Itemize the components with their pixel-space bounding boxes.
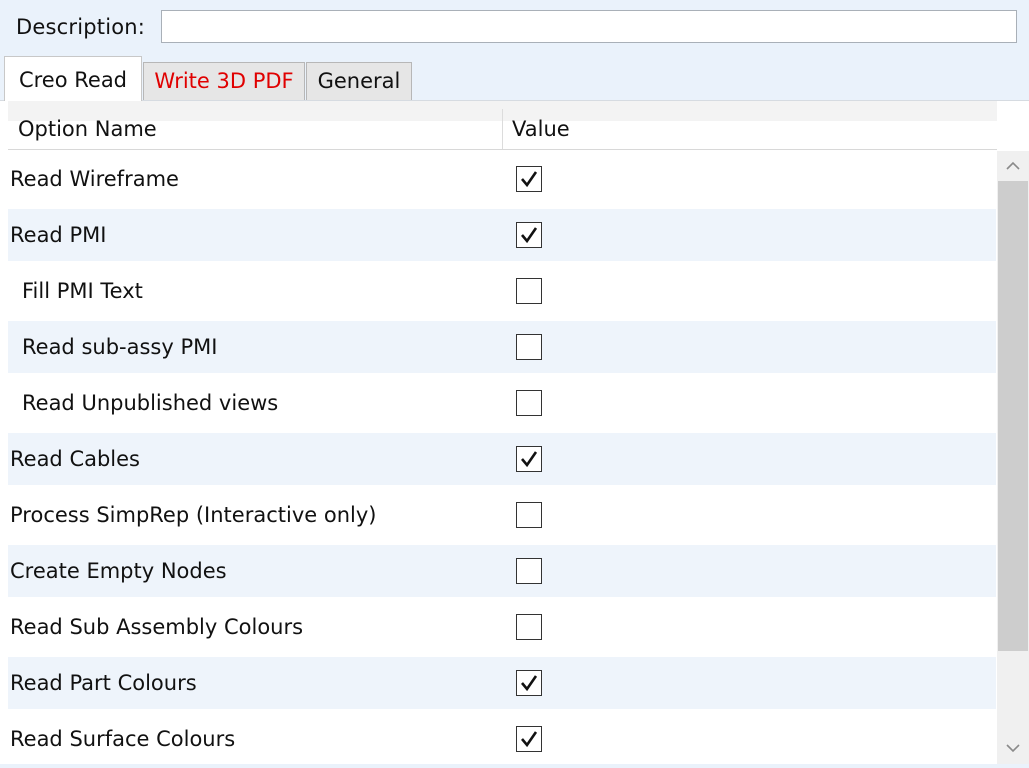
option-label: Process SimpRep (Interactive only) xyxy=(10,503,377,527)
grid-header: Option Name Value xyxy=(8,101,997,150)
option-row[interactable]: Read Surface Colours xyxy=(8,713,996,764)
option-row[interactable]: Read Sub Assembly Colours xyxy=(8,601,996,653)
option-row[interactable]: Read PMI xyxy=(8,209,996,261)
vertical-scrollbar[interactable] xyxy=(997,151,1029,764)
checkbox-unchecked[interactable] xyxy=(516,502,542,528)
checkmark-icon xyxy=(521,227,538,244)
checkmark-icon xyxy=(521,675,538,692)
description-row: Description: xyxy=(0,0,1029,58)
options-panel: Option Name Value Read Wireframe Read PMI… xyxy=(0,100,1029,764)
checkmark-icon xyxy=(521,451,538,468)
description-input[interactable] xyxy=(161,10,1017,43)
checkbox-unchecked[interactable] xyxy=(516,558,542,584)
column-header-value[interactable]: Value xyxy=(512,101,570,149)
option-row[interactable]: Read Unpublished views xyxy=(8,377,996,429)
option-label: Fill PMI Text xyxy=(22,279,143,303)
checkbox-checked[interactable] xyxy=(516,446,542,472)
option-row[interactable]: Read Wireframe xyxy=(8,153,996,205)
checkbox-checked[interactable] xyxy=(516,670,542,696)
tab-general[interactable]: General xyxy=(306,62,412,100)
option-label: Read Wireframe xyxy=(10,167,179,191)
checkbox-unchecked[interactable] xyxy=(516,390,542,416)
option-label: Read Part Colours xyxy=(10,671,197,695)
tab-strip: Creo Read Write 3D PDF General xyxy=(0,56,1029,101)
option-label: Read PMI xyxy=(10,223,107,247)
option-row[interactable]: Read sub-assy PMI xyxy=(8,321,996,373)
option-label: Read sub-assy PMI xyxy=(22,335,218,359)
option-row[interactable]: Fill PMI Text xyxy=(8,265,996,317)
option-label: Read Cables xyxy=(10,447,140,471)
checkbox-unchecked[interactable] xyxy=(516,614,542,640)
options-list: Read Wireframe Read PMI Fill PMI Text Read … xyxy=(8,153,996,764)
checkbox-unchecked[interactable] xyxy=(516,334,542,360)
option-row[interactable]: Create Empty Nodes xyxy=(8,545,996,597)
option-label: Read Unpublished views xyxy=(22,391,279,415)
option-label: Create Empty Nodes xyxy=(10,559,227,583)
scroll-down-arrow-icon[interactable] xyxy=(997,734,1029,764)
checkbox-checked[interactable] xyxy=(516,222,542,248)
option-row[interactable]: Process SimpRep (Interactive only) xyxy=(8,489,996,541)
checkbox-checked[interactable] xyxy=(516,726,542,752)
tab-creo-read[interactable]: Creo Read xyxy=(4,56,142,101)
scroll-up-arrow-icon[interactable] xyxy=(997,151,1029,181)
column-header-option-name[interactable]: Option Name xyxy=(18,101,157,149)
description-label: Description: xyxy=(16,15,146,39)
checkmark-icon xyxy=(521,171,538,188)
option-row[interactable]: Read Cables xyxy=(8,433,996,485)
option-label: Read Sub Assembly Colours xyxy=(10,615,304,639)
column-divider[interactable] xyxy=(502,109,503,149)
checkbox-checked[interactable] xyxy=(516,166,542,192)
tab-write-3d-pdf[interactable]: Write 3D PDF xyxy=(143,62,305,100)
checkmark-icon xyxy=(521,731,538,748)
option-row[interactable]: Read Part Colours xyxy=(8,657,996,709)
option-label: Read Surface Colours xyxy=(10,727,236,751)
checkbox-unchecked[interactable] xyxy=(516,278,542,304)
scroll-thumb[interactable] xyxy=(998,181,1028,651)
